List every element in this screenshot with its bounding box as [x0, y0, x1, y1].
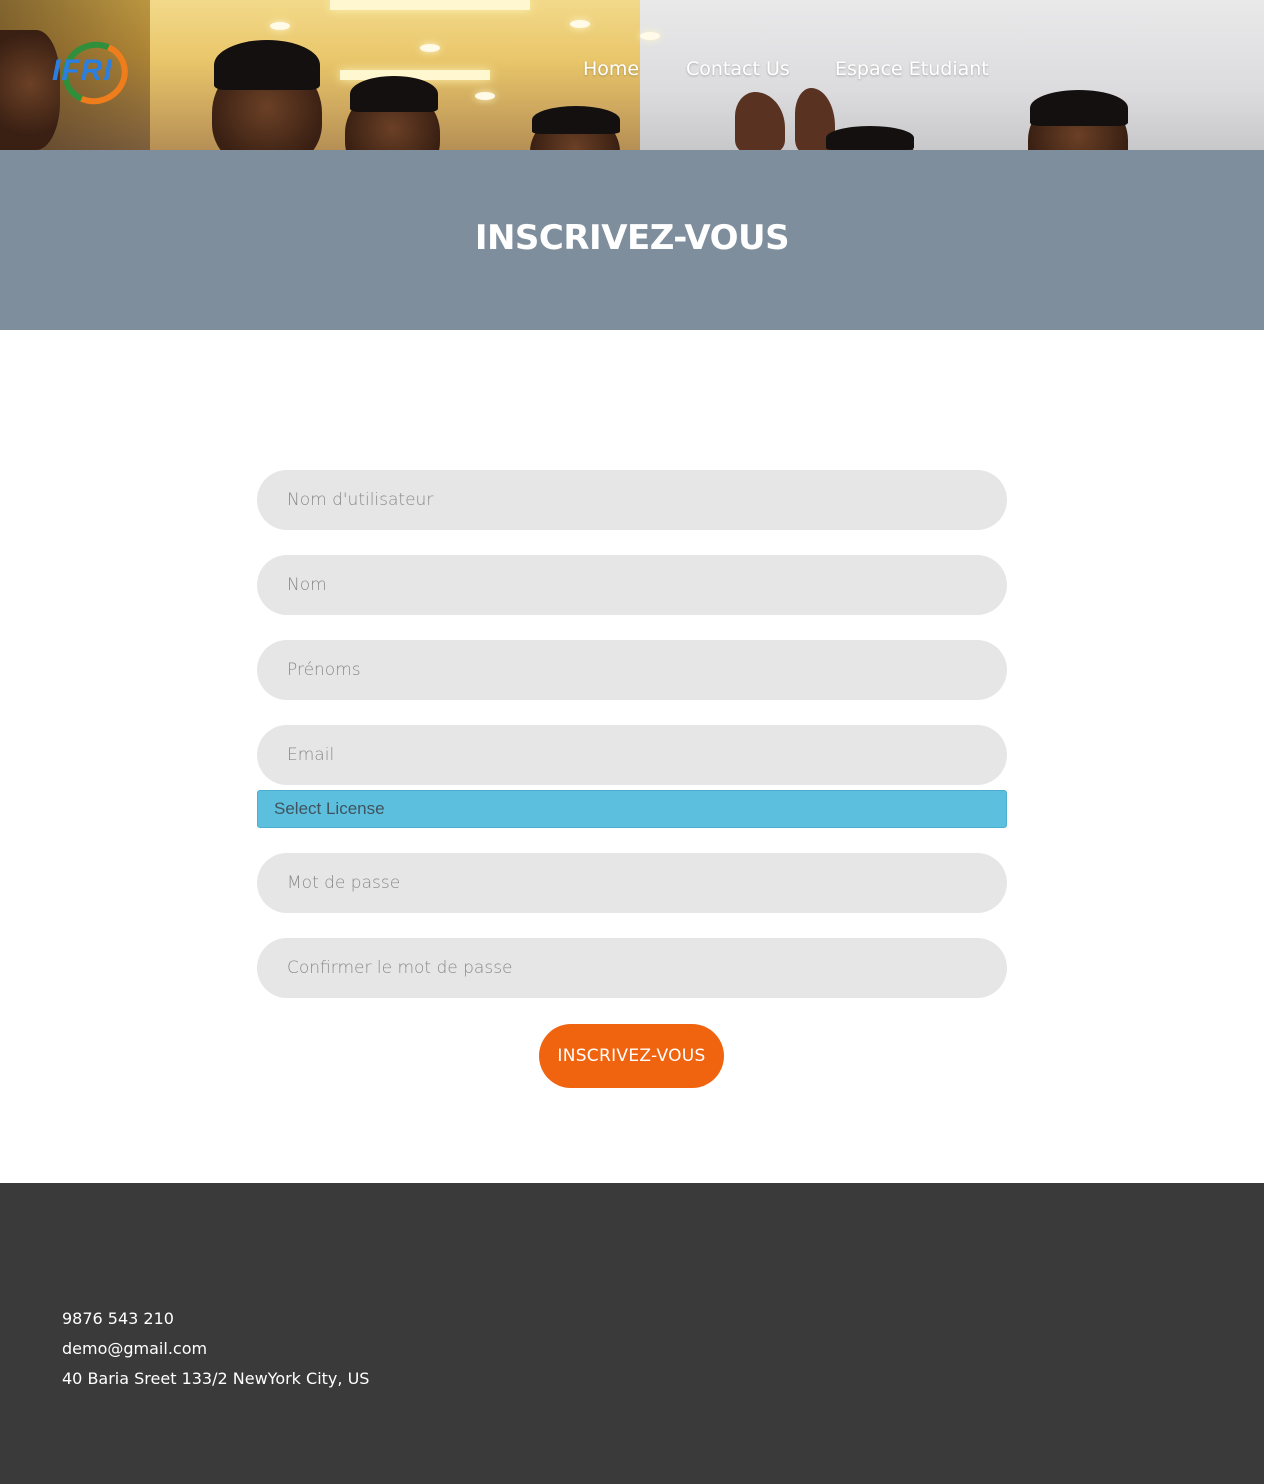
student-hair — [826, 126, 914, 150]
student-hair — [532, 106, 620, 134]
nav-home-link[interactable]: Home — [583, 58, 639, 80]
student-hair — [1030, 90, 1128, 126]
ceiling-light — [570, 20, 590, 28]
ceiling-light — [475, 92, 495, 100]
title-band: INSCRIVEZ-VOUS — [0, 150, 1264, 330]
ceiling-light — [330, 0, 530, 10]
ifri-logo[interactable]: IFRI — [48, 32, 144, 114]
firstname-input[interactable] — [257, 640, 1007, 700]
email-input[interactable] — [257, 725, 1007, 785]
footer-email: demo@gmail.com — [62, 1339, 208, 1358]
footer-phone: 9876 543 210 — [62, 1309, 174, 1328]
student-hair — [214, 40, 320, 90]
submit-button[interactable]: INSCRIVEZ-VOUS — [539, 1024, 724, 1088]
ceiling-light — [640, 32, 660, 40]
confirm-password-input[interactable] — [257, 938, 1007, 998]
hero-photo: IFRI Home Contact Us Espace Etudiant — [0, 0, 1264, 150]
license-select[interactable]: Select License — [257, 790, 1007, 828]
student-hair — [350, 76, 438, 112]
footer-address: 40 Baria Sreet 133/2 NewYork City, US — [62, 1369, 370, 1388]
ceiling-light — [270, 22, 290, 30]
lastname-input[interactable] — [257, 555, 1007, 615]
nav-contact-link[interactable]: Contact Us — [686, 58, 790, 80]
page-title: INSCRIVEZ-VOUS — [474, 218, 790, 258]
logo-text: IFRI — [52, 54, 113, 87]
footer: 9876 543 210 demo@gmail.com 40 Baria Sre… — [0, 1183, 1264, 1484]
ceiling-light — [420, 44, 440, 52]
username-input[interactable] — [257, 470, 1007, 530]
password-input[interactable] — [257, 853, 1007, 913]
nav-espace-etudiant-link[interactable]: Espace Etudiant — [835, 58, 989, 80]
license-select-value: Select License — [274, 799, 385, 818]
